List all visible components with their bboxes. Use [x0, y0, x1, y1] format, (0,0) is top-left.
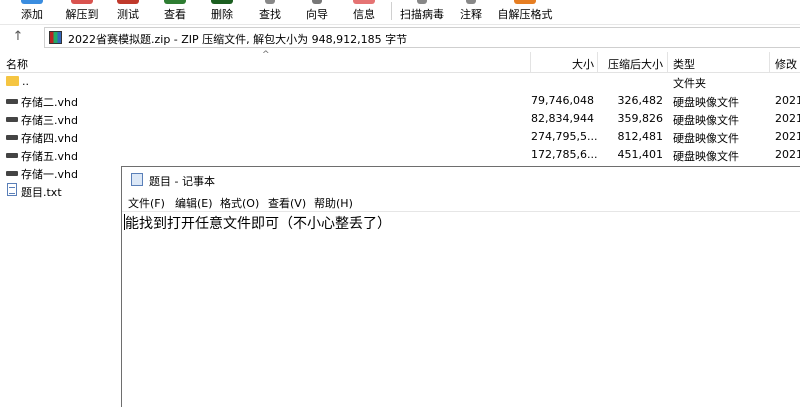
view-button[interactable]: 查看: [157, 0, 193, 24]
file-packed-size: 359,826: [617, 112, 664, 125]
file-size: 172,785,6...: [531, 148, 598, 161]
scan-virus-button-label: 扫描病毒: [400, 8, 444, 21]
file-row[interactable]: 存储三.vhd 82,834,944 359,826 硬盘映像文件 2021: [0, 110, 800, 128]
extract-icon: [71, 0, 93, 4]
file-size: 274,795,5...: [531, 130, 598, 143]
notepad-window: 题目 - 记事本 文件(F) 编辑(E) 格式(O) 查看(V) 帮助(H) 能…: [121, 166, 800, 407]
find-button-label: 查找: [259, 8, 281, 21]
notepad-content: 能找到打开任意文件即可（不小心整丢了）: [125, 216, 391, 232]
extract-button[interactable]: 解压到: [60, 0, 104, 24]
menu-edit[interactable]: 编辑(E): [175, 195, 213, 211]
file-type: 硬盘映像文件: [673, 96, 739, 109]
disk-image-icon: [6, 99, 18, 104]
notepad-title-bar[interactable]: 题目 - 记事本: [122, 167, 800, 192]
find-button[interactable]: 查找: [252, 0, 288, 24]
add-button[interactable]: 添加: [14, 0, 50, 24]
delete-button-label: 删除: [211, 8, 233, 21]
notepad-icon: [131, 173, 143, 186]
menu-file[interactable]: 文件(F): [128, 195, 165, 211]
test-icon: [117, 0, 139, 4]
file-row[interactable]: 存储二.vhd 79,746,048 326,482 硬盘映像文件 2021: [0, 92, 800, 110]
text-file-icon: [7, 183, 17, 196]
info-button[interactable]: 信息: [346, 0, 382, 24]
address-bar: ↑ 2022省赛模拟题.zip - ZIP 压缩文件, 解包大小为 948,91…: [0, 25, 800, 51]
find-icon: [265, 0, 275, 4]
notepad-menu-bar: 文件(F) 编辑(E) 格式(O) 查看(V) 帮助(H): [122, 192, 800, 211]
notepad-title: 题目 - 记事本: [149, 175, 215, 188]
toolbar-separator: [391, 2, 392, 20]
comment-button[interactable]: 注释: [453, 0, 489, 24]
up-arrow-icon[interactable]: ↑: [10, 29, 26, 45]
file-name: 存储三.vhd: [21, 114, 78, 127]
menu-view[interactable]: 查看(V): [268, 195, 306, 211]
file-name: 存储五.vhd: [21, 150, 78, 163]
delete-icon: [211, 0, 233, 4]
column-name[interactable]: 名称: [6, 56, 28, 72]
column-size[interactable]: 大小: [531, 56, 594, 72]
file-modified: 2021: [775, 148, 800, 161]
disk-image-icon: [6, 171, 18, 176]
disk-image-icon: [6, 153, 18, 158]
file-list-header: ^ 名称 大小 压缩后大小 类型 修改: [0, 50, 800, 73]
file-modified: 2021: [775, 112, 800, 125]
sort-ascending-icon: ^: [262, 50, 270, 60]
file-type: 硬盘映像文件: [673, 114, 739, 127]
view-button-label: 查看: [164, 8, 186, 21]
file-modified: 2021: [775, 130, 800, 143]
comment-icon: [466, 0, 476, 4]
file-name: ..: [22, 75, 29, 88]
file-row-parent[interactable]: .. 文件夹: [0, 73, 800, 91]
zip-archive-icon: [49, 31, 62, 44]
archive-path-text: 2022省赛模拟题.zip - ZIP 压缩文件, 解包大小为 948,912,…: [68, 33, 408, 46]
column-divider: [769, 52, 770, 72]
file-size: 79,746,048: [531, 94, 594, 107]
wizard-button[interactable]: 向导: [299, 0, 335, 24]
column-divider: [667, 52, 668, 72]
view-icon: [164, 0, 186, 4]
folder-icon: [6, 76, 19, 86]
scan-virus-button[interactable]: 扫描病毒: [397, 0, 447, 24]
archive-path-field[interactable]: 2022省赛模拟题.zip - ZIP 压缩文件, 解包大小为 948,912,…: [44, 27, 800, 48]
file-size: 82,834,944: [531, 112, 594, 125]
sfx-button-label: 自解压格式: [497, 8, 553, 21]
file-type: 硬盘映像文件: [673, 150, 739, 163]
info-button-label: 信息: [353, 8, 375, 21]
file-packed-size: 326,482: [617, 94, 664, 107]
test-button-label: 测试: [117, 8, 139, 21]
file-type: 文件夹: [673, 77, 706, 90]
test-button[interactable]: 测试: [110, 0, 146, 24]
wizard-button-label: 向导: [306, 8, 328, 21]
file-packed-size: 812,481: [617, 130, 664, 143]
column-type[interactable]: 类型: [673, 56, 695, 72]
file-name: 题目.txt: [21, 186, 62, 199]
info-icon: [353, 0, 375, 4]
file-modified: 2021: [775, 94, 800, 107]
column-modified[interactable]: 修改: [775, 56, 797, 72]
toolbar: 添加 解压到 测试 查看 删除 查找 向导 信息 扫描病毒 注释 自解压格式: [0, 0, 800, 25]
file-packed-size: 451,401: [617, 148, 664, 161]
column-packed-size[interactable]: 压缩后大小: [598, 56, 663, 72]
disk-image-icon: [6, 117, 18, 122]
file-name: 存储二.vhd: [21, 96, 78, 109]
sfx-button[interactable]: 自解压格式: [496, 0, 554, 24]
sfx-icon: [514, 0, 536, 4]
file-row[interactable]: 存储五.vhd 172,785,6... 451,401 硬盘映像文件 2021: [0, 146, 800, 164]
file-row[interactable]: 存储四.vhd 274,795,5... 812,481 硬盘映像文件 2021: [0, 128, 800, 146]
extract-button-label: 解压到: [65, 8, 99, 21]
wizard-icon: [312, 0, 322, 4]
add-icon: [21, 0, 43, 4]
menu-help[interactable]: 帮助(H): [314, 195, 353, 211]
comment-button-label: 注释: [460, 8, 482, 21]
file-name: 存储一.vhd: [21, 168, 78, 181]
add-button-label: 添加: [21, 8, 43, 21]
scan-virus-icon: [417, 0, 427, 4]
notepad-text-area[interactable]: 能找到打开任意文件即可（不小心整丢了）: [122, 211, 800, 408]
file-type: 硬盘映像文件: [673, 132, 739, 145]
delete-button[interactable]: 删除: [204, 0, 240, 24]
file-name: 存储四.vhd: [21, 132, 78, 145]
disk-image-icon: [6, 135, 18, 140]
menu-format[interactable]: 格式(O): [220, 195, 259, 211]
